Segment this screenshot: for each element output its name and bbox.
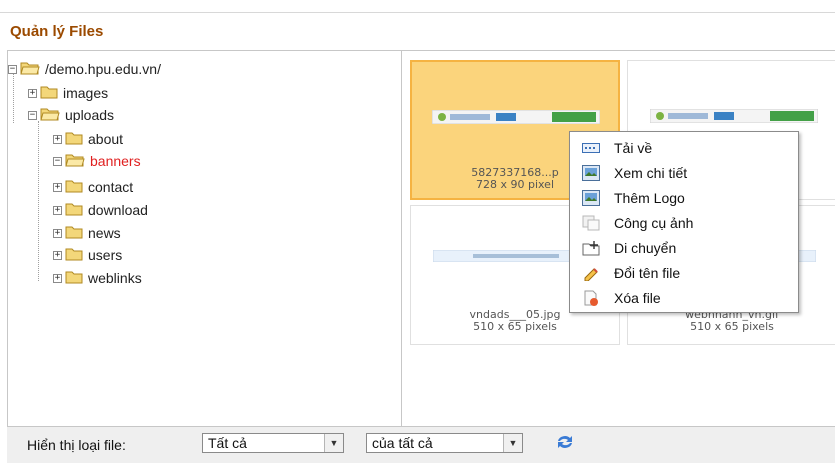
menu-item-view-details[interactable]: Xem chi tiết xyxy=(570,160,798,185)
folder-tree: − /demo.hpu.edu.vn/ + images − uploads +… xyxy=(8,57,398,419)
collapse-icon[interactable]: − xyxy=(28,110,37,120)
folder-open-icon xyxy=(20,61,40,78)
file-type-select[interactable]: Tất cả ▼ xyxy=(202,433,344,453)
expand-icon[interactable]: + xyxy=(53,134,62,144)
view-details-icon xyxy=(582,164,600,181)
folder-icon xyxy=(65,202,83,219)
expand-icon[interactable]: + xyxy=(53,273,62,283)
tree-line xyxy=(38,121,39,281)
refresh-icon[interactable] xyxy=(555,433,575,456)
owner-select[interactable]: của tất cả ▼ xyxy=(366,433,523,453)
tree-item-about[interactable]: + about xyxy=(53,129,123,149)
tree-item-contact[interactable]: + contact xyxy=(53,177,133,197)
top-border xyxy=(0,0,835,13)
menu-item-label: Tải về xyxy=(614,139,653,156)
menu-item-label: Công cụ ảnh xyxy=(614,214,694,231)
menu-item-add-logo[interactable]: Thêm Logo xyxy=(570,185,798,210)
tree-item-label: weblinks xyxy=(88,270,142,286)
folder-icon xyxy=(65,247,83,264)
expand-icon[interactable]: + xyxy=(53,205,62,215)
tree-item-weblinks[interactable]: + weblinks xyxy=(53,268,142,288)
tree-item-images[interactable]: + images xyxy=(28,83,108,103)
folder-icon xyxy=(65,131,83,148)
tree-item-banners[interactable]: − banners xyxy=(53,151,141,171)
file-size: 510 x 65 pixels xyxy=(473,320,557,333)
image-tools-icon xyxy=(582,215,600,230)
chevron-down-icon[interactable]: ▼ xyxy=(324,434,343,452)
rename-icon xyxy=(582,266,600,281)
folder-icon xyxy=(65,270,83,287)
file-type-value: Tất cả xyxy=(208,435,247,451)
folder-icon xyxy=(65,225,83,242)
tree-item-label: contact xyxy=(88,179,134,195)
tree-item-label: banners xyxy=(90,153,141,169)
tree-item-label: /demo.hpu.edu.vn/ xyxy=(45,61,161,77)
owner-value: của tất cả xyxy=(372,435,433,451)
menu-item-label: Xóa file xyxy=(614,289,661,306)
context-menu: Tải về Xem chi tiết Thêm Logo Công cụ ản… xyxy=(569,131,799,313)
folder-open-icon xyxy=(40,107,60,124)
menu-item-delete[interactable]: Xóa file xyxy=(570,285,798,310)
move-icon xyxy=(582,240,600,255)
tree-item-label: images xyxy=(63,85,109,101)
file-size: 510 x 65 pixels xyxy=(690,320,774,333)
download-icon xyxy=(582,141,600,155)
menu-item-rename[interactable]: Đổi tên file xyxy=(570,260,798,285)
menu-item-label: Thêm Logo xyxy=(614,189,685,206)
tree-item-label: users xyxy=(88,247,123,263)
tree-item-download[interactable]: + download xyxy=(53,200,148,220)
file-type-label: Hiển thị loại file: xyxy=(27,437,126,453)
page-title: Quản lý Files xyxy=(10,23,104,40)
expand-icon[interactable]: + xyxy=(53,250,62,260)
folder-icon xyxy=(40,85,58,102)
menu-item-label: Đổi tên file xyxy=(614,264,681,281)
menu-item-image-tools[interactable]: Công cụ ảnh xyxy=(570,210,798,235)
collapse-icon[interactable]: − xyxy=(8,64,17,74)
tree-item-label: download xyxy=(88,202,148,218)
folder-icon xyxy=(65,179,83,196)
menu-item-label: Xem chi tiết xyxy=(614,164,688,181)
menu-item-label: Di chuyển xyxy=(614,239,677,256)
tree-item-users[interactable]: + users xyxy=(53,245,122,265)
banner-thumbnail-icon xyxy=(650,109,818,123)
tree-item-uploads[interactable]: − uploads xyxy=(28,105,114,125)
tree-item-news[interactable]: + news xyxy=(53,223,121,243)
tree-item-label: news xyxy=(88,225,121,241)
delete-icon xyxy=(582,290,600,306)
tree-item-label: uploads xyxy=(65,107,115,123)
tree-item-root[interactable]: − /demo.hpu.edu.vn/ xyxy=(8,59,161,79)
menu-item-download[interactable]: Tải về xyxy=(570,135,798,160)
expand-icon[interactable]: + xyxy=(28,88,37,98)
filter-bar: Hiển thị loại file: Tất cả ▼ của tất cả … xyxy=(7,426,835,463)
tree-item-label: about xyxy=(88,131,124,147)
chevron-down-icon[interactable]: ▼ xyxy=(503,434,522,452)
collapse-icon[interactable]: − xyxy=(53,156,62,166)
banner-thumbnail-icon xyxy=(432,110,600,124)
expand-icon[interactable]: + xyxy=(53,228,62,238)
panel-divider xyxy=(401,50,402,426)
menu-item-move[interactable]: Di chuyển xyxy=(570,235,798,260)
expand-icon[interactable]: + xyxy=(53,182,62,192)
folder-open-icon xyxy=(65,153,85,170)
add-logo-icon xyxy=(582,189,600,206)
